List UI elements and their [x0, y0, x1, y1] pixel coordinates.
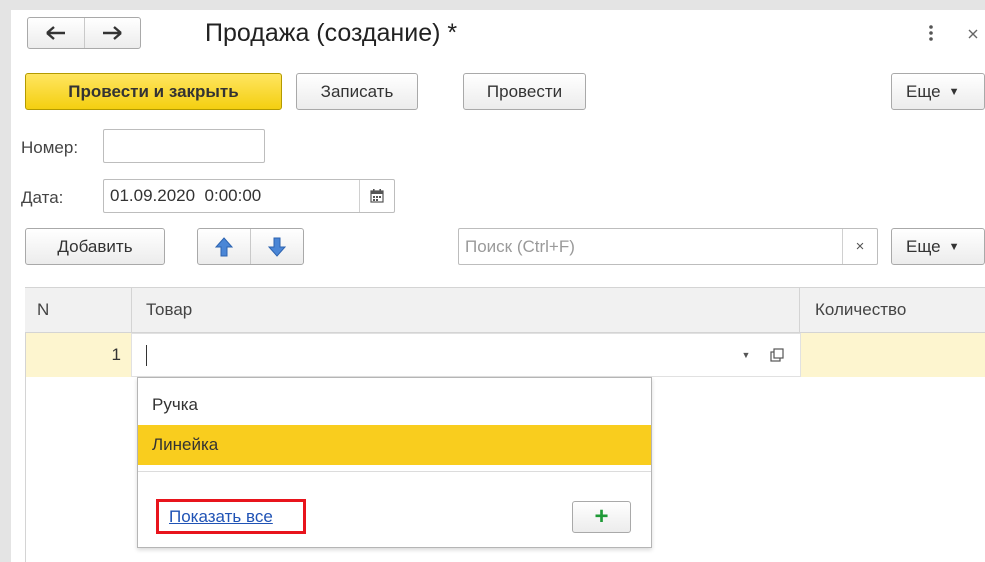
- dropdown-button[interactable]: ▼: [732, 334, 760, 376]
- save-button[interactable]: Записать: [296, 73, 418, 110]
- open-button[interactable]: [762, 334, 792, 376]
- open-form-icon: [770, 348, 784, 362]
- arrow-right-icon: [103, 26, 123, 40]
- add-row-button[interactable]: Добавить: [25, 228, 165, 265]
- table-more-label: Еще: [906, 236, 941, 256]
- document-form: Продажа (создание) * Провести и закрыть …: [11, 10, 985, 562]
- add-new-button[interactable]: +: [572, 501, 631, 533]
- kebab-menu-icon: [929, 25, 933, 41]
- date-value: 01.09.2020 0:00:00: [110, 186, 262, 205]
- close-icon: [968, 29, 978, 39]
- date-label: Дата:: [21, 188, 64, 207]
- dropdown-divider: [138, 471, 651, 472]
- column-header-product[interactable]: Товар: [146, 288, 192, 332]
- calendar-icon: [370, 189, 384, 203]
- table-header: N Товар Количество: [25, 287, 985, 333]
- close-icon: ×: [855, 238, 865, 255]
- forward-button[interactable]: [83, 18, 141, 48]
- search-input[interactable]: Поиск (Ctrl+F) ×: [458, 228, 878, 265]
- arrow-down-icon: [268, 237, 286, 257]
- search-placeholder: Поиск (Ctrl+F): [465, 236, 575, 256]
- back-button[interactable]: [28, 18, 84, 48]
- post-button[interactable]: Провести: [463, 73, 586, 110]
- dropdown-item-selected[interactable]: Линейка: [138, 425, 651, 465]
- table-border-left: [25, 333, 26, 562]
- page-title: Продажа (создание) *: [205, 19, 458, 47]
- plus-icon: +: [594, 503, 609, 530]
- calendar-button[interactable]: [359, 180, 394, 212]
- chevron-down-icon: ▼: [948, 240, 960, 253]
- post-and-close-button[interactable]: Провести и закрыть: [25, 73, 282, 110]
- product-cell-input[interactable]: ▼: [131, 333, 801, 377]
- more-actions-button[interactable]: [921, 22, 941, 46]
- chevron-down-icon: ▼: [948, 85, 960, 98]
- date-field[interactable]: 01.09.2020 0:00:00: [103, 179, 395, 213]
- dropdown-item[interactable]: Ручка: [138, 385, 651, 425]
- search-clear-button[interactable]: ×: [842, 229, 877, 264]
- table-more-button[interactable]: Еще ▼: [891, 228, 985, 265]
- arrow-up-icon: [215, 236, 233, 256]
- number-field[interactable]: [103, 129, 265, 163]
- window-frame-top: [0, 0, 985, 10]
- column-divider: [799, 288, 800, 332]
- move-down-button[interactable]: [250, 229, 303, 264]
- move-up-button[interactable]: [198, 229, 250, 264]
- window-frame-left: [0, 0, 11, 562]
- row-number: 1: [111, 345, 121, 364]
- more-button-label: Еще: [906, 81, 941, 101]
- more-button[interactable]: Еще ▼: [891, 73, 985, 110]
- close-button[interactable]: [963, 22, 983, 46]
- text-cursor: [146, 345, 147, 366]
- column-header-quantity[interactable]: Количество: [815, 288, 906, 332]
- product-dropdown: Ручка Линейка Показать все +: [137, 377, 652, 548]
- navigation-buttons: [27, 17, 141, 49]
- show-all-link[interactable]: Показать все: [169, 507, 273, 527]
- number-label: Номер:: [21, 138, 79, 157]
- show-all-highlight: Показать все: [156, 499, 306, 534]
- arrow-left-icon: [45, 26, 65, 40]
- column-header-n[interactable]: N: [37, 288, 49, 332]
- column-divider: [131, 288, 132, 332]
- move-buttons: [197, 228, 304, 265]
- chevron-down-icon: ▼: [741, 350, 751, 360]
